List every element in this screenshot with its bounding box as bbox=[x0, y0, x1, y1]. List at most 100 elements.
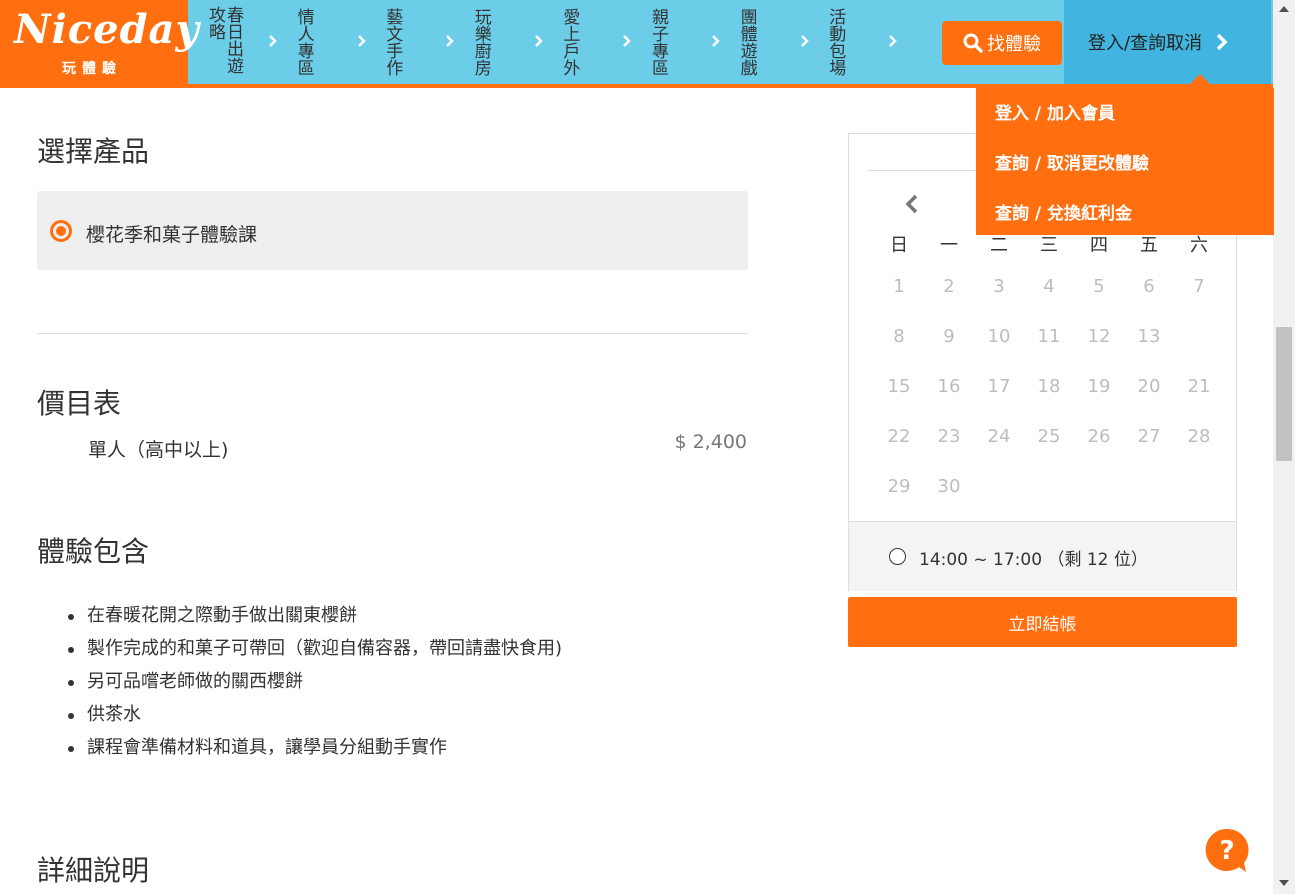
list-item: 另可品嚐老師做的關西櫻餅 bbox=[66, 669, 562, 702]
chevron-right-icon bbox=[623, 35, 632, 47]
login-query-cancel-button[interactable]: 登入/查詢取消 bbox=[1064, 0, 1271, 84]
calendar-day-number: 8 bbox=[893, 326, 905, 347]
calendar-day: 27 bbox=[1124, 418, 1174, 456]
find-experience-button[interactable]: 找體驗 bbox=[942, 21, 1062, 65]
calendar-day-number: 14 bbox=[1186, 326, 1212, 347]
calendar-day: 13 bbox=[1124, 318, 1174, 356]
price-item-label: 單人（高中以上) bbox=[88, 439, 229, 461]
calendar-day: 7 bbox=[1174, 268, 1224, 306]
calendar-day: 19 bbox=[1074, 368, 1124, 406]
section-divider bbox=[37, 333, 748, 334]
find-experience-label: 找體驗 bbox=[987, 34, 1041, 55]
chevron-right-icon bbox=[712, 35, 720, 47]
calendar-day: 23 bbox=[924, 418, 974, 456]
chevron-right-icon bbox=[357, 35, 366, 47]
list-item: 課程會準備材料和道具，讓學員分組動手實作 bbox=[66, 735, 562, 768]
calendar-day-number: 28 bbox=[1187, 426, 1211, 447]
nav-item[interactable]: 藝文手作 bbox=[382, 4, 471, 80]
calendar-day: 3 bbox=[974, 268, 1024, 306]
time-slot-label: 14:00 ~ 17:00 （剩 12 位） bbox=[919, 550, 1148, 570]
product-option-label: 櫻花季和菓子體驗課 bbox=[86, 224, 258, 246]
scroll-down-arrow-icon[interactable] bbox=[1279, 880, 1289, 886]
nav-item[interactable]: 玩樂廚房 bbox=[470, 4, 560, 80]
weekday-label: 一 bbox=[940, 235, 958, 256]
calendar-day: 8 bbox=[874, 318, 924, 356]
checkout-button[interactable]: 立即結帳 bbox=[848, 597, 1237, 647]
calendar-day: 2 bbox=[924, 268, 974, 306]
calendar-day-number: 20 bbox=[1137, 376, 1161, 397]
price-item-value: $ 2,400 bbox=[674, 431, 747, 453]
calendar-day-number: 9 bbox=[943, 326, 955, 347]
login-label: 登入/查詢取消 bbox=[1088, 33, 1203, 54]
chevron-right-icon bbox=[1216, 33, 1228, 51]
menu-item-login-signup[interactable]: 登入 / 加入會員 bbox=[995, 99, 1115, 124]
calendar-day-number: 26 bbox=[1087, 426, 1111, 447]
menu-item-query-cancel[interactable]: 查詢 / 取消更改體驗 bbox=[995, 149, 1149, 174]
calendar-day: 5 bbox=[1074, 268, 1124, 306]
calendar-day: 26 bbox=[1074, 418, 1124, 456]
calendar-day: 6 bbox=[1124, 268, 1174, 306]
chevron-right-icon bbox=[446, 35, 454, 47]
includes-heading: 體驗包含 bbox=[37, 535, 150, 568]
calendar-day: 22 bbox=[874, 418, 924, 456]
calendar-day-number: 15 bbox=[887, 376, 911, 397]
list-item: 在春暖花開之際動手做出關東櫻餅 bbox=[66, 603, 562, 636]
page-scrollbar[interactable] bbox=[1273, 0, 1295, 894]
scroll-up-arrow-icon[interactable] bbox=[1279, 6, 1289, 12]
nav-item-label: 情人專區 bbox=[293, 8, 314, 76]
calendar-day: 1 bbox=[874, 268, 924, 306]
nav-item-label: 春日出遊攻略 bbox=[205, 6, 243, 74]
time-slot-radio[interactable] bbox=[889, 548, 906, 565]
nav-item-label: 玩樂廚房 bbox=[470, 8, 491, 76]
nav-item[interactable]: 春日出遊攻略 bbox=[205, 4, 294, 80]
time-slot-area: 14:00 ~ 17:00 （剩 12 位） bbox=[849, 521, 1236, 591]
calendar-day: 12 bbox=[1074, 318, 1124, 356]
nav-item[interactable]: 情人專區 bbox=[293, 4, 383, 80]
calendar-day: 17 bbox=[974, 368, 1024, 406]
nav-item[interactable]: 團體遊戲 bbox=[736, 4, 826, 80]
calendar-day-number: 10 bbox=[987, 326, 1011, 347]
site-logo[interactable]: Niceday 玩體驗 bbox=[0, 0, 199, 84]
calendar-day-number: 25 bbox=[1037, 426, 1061, 447]
calendar-day: 18 bbox=[1024, 368, 1074, 406]
chevron-right-icon bbox=[534, 35, 543, 47]
calendar-day: 30 bbox=[924, 468, 974, 506]
calendar-day-number: 12 bbox=[1087, 326, 1111, 347]
help-icon[interactable]: ? bbox=[1204, 827, 1250, 873]
menu-item-bonus[interactable]: 查詢 / 兌換紅利金 bbox=[995, 199, 1132, 224]
calendar-day: 28 bbox=[1174, 418, 1224, 456]
nav-item[interactable]: 親子專區 bbox=[648, 4, 737, 80]
calendar-day: 15 bbox=[874, 368, 924, 406]
dropdown-caret bbox=[1186, 74, 1214, 88]
calendar-day: 24 bbox=[974, 418, 1024, 456]
site-header: Niceday 玩體驗 春日出遊攻略 情人專區 藝文手作 玩樂廚房 愛上戶外 親子專區 團體… bbox=[0, 0, 1273, 88]
calendar-day-number: 3 bbox=[993, 276, 1005, 297]
calendar-day-number: 19 bbox=[1087, 376, 1111, 397]
calendar-day: 16 bbox=[924, 368, 974, 406]
nav-item-label: 團體遊戲 bbox=[736, 8, 757, 76]
calendar-day-number: 23 bbox=[937, 426, 961, 447]
calendar-day-number: 2 bbox=[943, 276, 955, 297]
chevron-right-icon bbox=[269, 35, 277, 47]
calendar-day-number: 16 bbox=[937, 376, 961, 397]
calendar-day: 25 bbox=[1024, 418, 1074, 456]
includes-list: 在春暖花開之際動手做出關東櫻餅 製作完成的和菓子可帶回（歡迎自備容器，帶回請盡快… bbox=[66, 603, 562, 768]
calendar-day-number: 18 bbox=[1037, 376, 1061, 397]
calendar-day-number: 6 bbox=[1143, 276, 1155, 297]
product-radio-selected[interactable] bbox=[50, 220, 72, 242]
nav-item[interactable]: 活動包場 bbox=[825, 4, 914, 80]
chevron-right-icon bbox=[800, 35, 809, 47]
nav-item[interactable]: 愛上戶外 bbox=[559, 4, 648, 80]
calendar-day: 20 bbox=[1124, 368, 1174, 406]
calendar-day: 10 bbox=[974, 318, 1024, 356]
product-option[interactable]: 櫻花季和菓子體驗課 bbox=[37, 191, 748, 270]
calendar-day-number: 1 bbox=[893, 276, 905, 297]
scrollbar-thumb[interactable] bbox=[1276, 327, 1292, 461]
calendar-day-selected[interactable]: 14 bbox=[1174, 318, 1224, 356]
calendar-day: 9 bbox=[924, 318, 974, 356]
nav-item-label: 藝文手作 bbox=[382, 8, 403, 76]
list-item: 製作完成的和菓子可帶回（歡迎自備容器，帶回請盡快食用) bbox=[66, 636, 562, 669]
calendar-day: 11 bbox=[1024, 318, 1074, 356]
calendar-day-number: 7 bbox=[1193, 276, 1205, 297]
list-item: 供茶水 bbox=[66, 702, 562, 735]
